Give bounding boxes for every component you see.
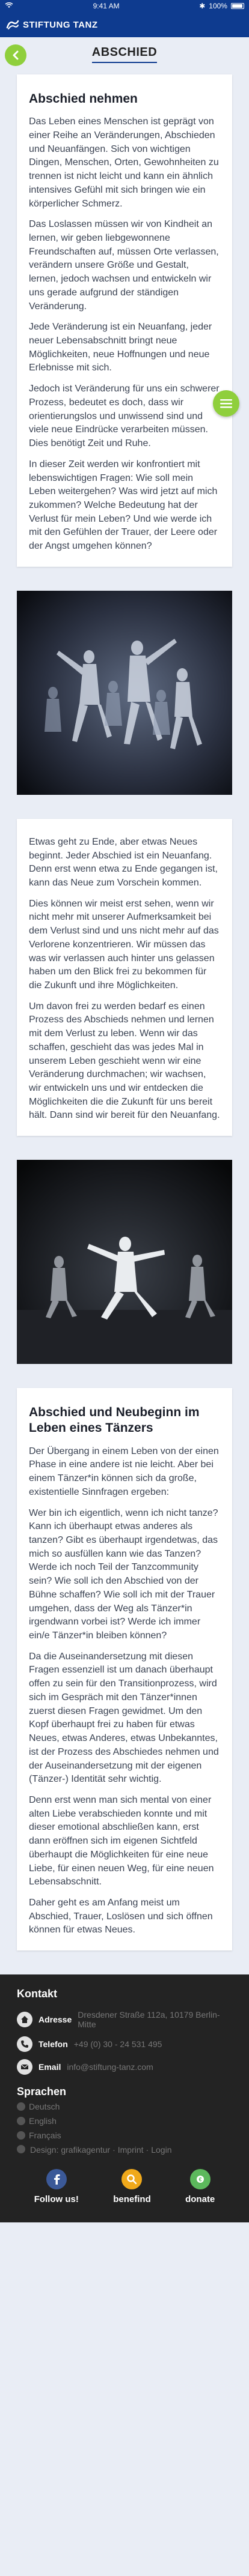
logo-mark-icon [6, 20, 19, 29]
bluetooth-icon: ✱ [199, 2, 206, 10]
phone-link[interactable]: +49 (0) 30 - 24 531 495 [74, 2039, 162, 2049]
address-value: Dresdener Straße 112a, 10179 Berlin-Mitt… [78, 2010, 220, 2030]
contact-label: Adresse [38, 2015, 72, 2025]
battery-icon [230, 3, 244, 9]
paragraph: Wer bin ich eigentlich, wenn ich nicht t… [29, 1507, 218, 1641]
svg-text:€: € [198, 2177, 201, 2183]
dance-photo-solo-image [17, 1160, 232, 1365]
email-link[interactable]: info@stiftung-tanz.com [67, 2062, 153, 2072]
title-bar: ABSCHIED [0, 37, 249, 71]
language-list: Deutsch English Français [17, 2102, 232, 2140]
content-card-neuanfang: Etwas geht zu Ende, aber etwas Neues beg… [17, 818, 232, 1136]
language-item-deutsch[interactable]: Deutsch [17, 2102, 232, 2111]
facebook-icon [46, 2169, 67, 2190]
paragraph: Da die Auseinandersetzung mit diesen Fra… [29, 1651, 219, 1785]
contact-address: Adresse Dresdener Straße 112a, 10179 Ber… [17, 2010, 232, 2029]
clock: 9:41 AM [93, 2, 120, 10]
hamburger-icon [220, 399, 232, 408]
contact-heading: Kontakt [17, 1988, 57, 2000]
paragraph: Etwas geht zu Ende, aber etwas Neues beg… [29, 836, 218, 888]
donate-icon: € [189, 2169, 211, 2190]
language-item-english[interactable]: English [17, 2116, 232, 2126]
follow-us-button[interactable]: Follow us! [34, 2169, 79, 2204]
bullet-icon [17, 2131, 25, 2140]
contact-label: Telefon [38, 2039, 68, 2050]
language-item-francais[interactable]: Français [17, 2131, 232, 2140]
contact-phone: Telefon +49 (0) 30 - 24 531 495 [17, 2036, 232, 2053]
home-icon [17, 2012, 32, 2028]
footer-links: Design: grafikagentur · Imprint · Login [17, 2145, 232, 2155]
paragraph: Um davon frei zu werden bedarf es einen … [29, 1001, 220, 1121]
wifi-icon [5, 2, 13, 10]
login-link[interactable]: Login [151, 2145, 171, 2155]
page-title: ABSCHIED [91, 46, 158, 63]
content-card-abschied-neubeginn: Abschied und Neubeginn im Leben eines Tä… [17, 1388, 232, 1951]
paragraph: Jede Veränderung ist ein Neuanfang, jede… [29, 322, 212, 373]
content-card-abschied-nehmen: Abschied nehmen Das Leben eines Menschen… [17, 74, 232, 567]
paragraph: Das Loslassen müssen wir von Kindheit an… [29, 219, 219, 312]
paragraph: Denn erst wenn man sich mental von einer… [29, 1794, 214, 1887]
languages-heading: Sprachen [17, 2086, 67, 2098]
bullet-icon [17, 2145, 25, 2154]
paragraph: Jedoch ist Veränderung für uns ein schwe… [29, 384, 220, 449]
back-button[interactable] [5, 44, 26, 66]
social-label: benefind [113, 2194, 151, 2205]
paragraph: Daher geht es am Anfang meist um Abschie… [29, 1897, 213, 1935]
site-logo[interactable]: STIFTUNG TANZ [6, 19, 98, 30]
search-icon [121, 2169, 143, 2190]
social-links: Follow us! benefind € donate [17, 2169, 232, 2204]
dance-photo-group [17, 590, 232, 795]
chevron-left-icon [13, 50, 19, 60]
contact-label: Email [38, 2062, 61, 2072]
bullet-icon [17, 2117, 25, 2126]
paragraph: In dieser Zeit werden wir konfrontiert m… [29, 459, 218, 552]
status-bar: 9:41 AM ✱ 100% [0, 0, 249, 12]
social-label: Follow us! [34, 2194, 79, 2205]
bullet-icon [17, 2102, 25, 2111]
benefind-button[interactable]: benefind [113, 2169, 151, 2204]
donate-button[interactable]: € donate [185, 2169, 215, 2204]
section-heading: Abschied und Neubeginn im Leben eines Tä… [29, 1405, 200, 1435]
contact-email: Email info@stiftung-tanz.com [17, 2059, 232, 2075]
site-footer: Kontakt Adresse Dresdener Straße 112a, 1… [0, 1974, 249, 2223]
imprint-link[interactable]: Imprint [118, 2145, 144, 2155]
main-content: Abschied nehmen Das Leben eines Menschen… [0, 71, 249, 1951]
design-credit-link[interactable]: Design: grafikagentur [30, 2145, 110, 2155]
phone-icon [17, 2036, 32, 2053]
paragraph: Dies können wir meist erst sehen, wenn w… [29, 898, 219, 991]
paragraph: Der Übergang in einem Leben von der eine… [29, 1446, 219, 1497]
paragraph: Das Leben eines Menschen ist geprägt von… [29, 116, 219, 209]
dance-photo-group-image [17, 590, 232, 795]
dance-photo-solo [17, 1160, 232, 1365]
site-header: STIFTUNG TANZ [0, 12, 249, 37]
section-heading: Abschied nehmen [29, 92, 138, 106]
menu-button[interactable] [213, 390, 239, 417]
social-label: donate [185, 2194, 215, 2205]
logo-text: STIFTUNG TANZ [23, 19, 98, 30]
battery-percent: 100% [209, 2, 227, 10]
mail-icon [17, 2059, 32, 2075]
